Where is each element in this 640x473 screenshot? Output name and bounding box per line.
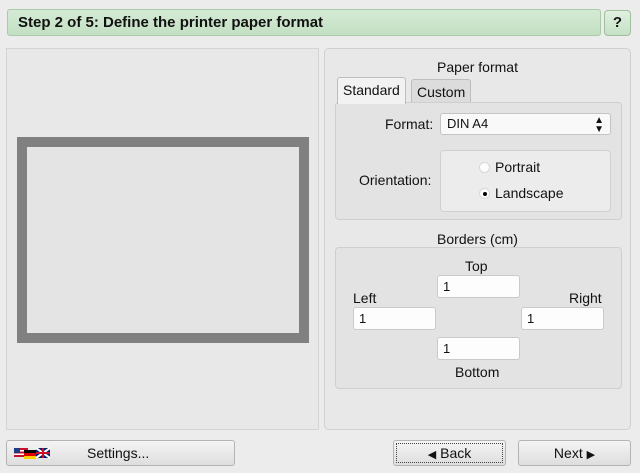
landscape-radio[interactable] (479, 188, 490, 199)
language-flags-icon (14, 447, 51, 459)
left-border-input[interactable]: 1 (353, 307, 436, 330)
left-border-label: Left (353, 290, 377, 306)
back-button[interactable]: ◀ Back (393, 440, 506, 466)
top-border-input[interactable]: 1 (437, 275, 520, 298)
tab-custom[interactable]: Custom (411, 79, 472, 103)
orientation-radio-group: Portrait Landscape (440, 150, 611, 212)
tab-standard[interactable]: Standard (337, 77, 406, 104)
select-arrows-icon: ▲ ▼ (594, 115, 604, 135)
format-label: Format: (385, 116, 434, 132)
landscape-label: Landscape (495, 185, 564, 201)
arrow-right-icon: ▶ (586, 449, 596, 461)
back-label: Back (440, 445, 472, 461)
bottom-border-label: Bottom (455, 364, 500, 380)
back-button-focus: ◀ Back (396, 443, 503, 463)
orientation-landscape[interactable]: Landscape (479, 185, 564, 201)
portrait-radio[interactable] (479, 162, 490, 173)
right-border-label: Right (569, 290, 602, 306)
next-button[interactable]: Next ▶ (518, 440, 631, 466)
wizard-step-header: Step 2 of 5: Define the printer paper fo… (7, 9, 601, 36)
wizard-step-title: Step 2 of 5: Define the printer paper fo… (18, 14, 324, 31)
next-label: Next (553, 445, 583, 461)
right-border-input[interactable]: 1 (521, 307, 604, 330)
orientation-label: Orientation: (359, 172, 432, 188)
paper-settings-panel: Paper format Standard Custom Format: DIN… (324, 48, 631, 430)
paper-preview-page (17, 137, 309, 343)
top-border-label: Top (465, 258, 488, 274)
paper-preview-panel (6, 48, 319, 430)
settings-button[interactable]: Settings... (6, 440, 235, 466)
standard-tab-panel: Format: DIN A4 ▲ ▼ Orientation: Portrait … (335, 102, 622, 220)
arrow-left-icon: ◀ (427, 449, 437, 461)
portrait-label: Portrait (495, 159, 541, 175)
paper-format-title: Paper format (437, 59, 518, 75)
settings-label: Settings... (87, 445, 150, 461)
format-select-value: DIN A4 (447, 116, 489, 131)
orientation-portrait[interactable]: Portrait (479, 159, 541, 175)
format-select[interactable]: DIN A4 ▲ ▼ (440, 113, 611, 135)
help-button[interactable]: ? (604, 10, 631, 36)
borders-panel: Top 1 Left 1 Right 1 1 Bottom (335, 247, 622, 389)
bottom-border-input[interactable]: 1 (437, 337, 520, 360)
borders-title: Borders (cm) (437, 231, 518, 247)
